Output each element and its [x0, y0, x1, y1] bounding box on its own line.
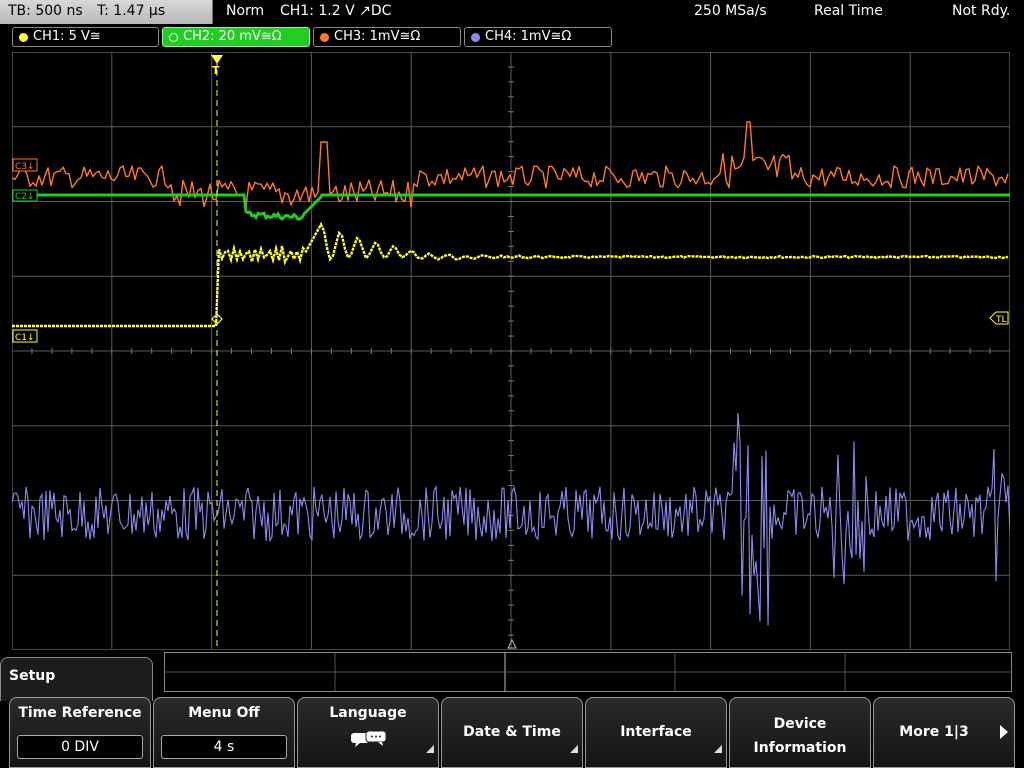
device-info-label-line2: Information: [753, 740, 847, 756]
trigger-source: CH1: 1.2 V ↗DC: [280, 3, 392, 19]
ch1-color-dot: [19, 33, 28, 42]
date-time-label: Date & Time: [463, 724, 561, 740]
device-information-softkey[interactable]: Device Information: [729, 697, 871, 768]
date-time-softkey[interactable]: Date & Time: [441, 697, 583, 768]
menu-title: Setup: [0, 657, 153, 701]
arrow-right-icon: [1000, 725, 1008, 739]
time-reference-softkey[interactable]: Time Reference 0 DIV: [9, 697, 151, 768]
interface-label: Interface: [620, 724, 692, 740]
more-label: More 1|3: [899, 724, 969, 740]
history-strip-grid: [165, 653, 1011, 691]
trigger-mode: Norm: [226, 3, 265, 19]
device-info-label-line1: Device: [773, 716, 827, 732]
ch4-color-dot: [471, 33, 480, 42]
submenu-corner-icon: [426, 745, 434, 753]
language-label: Language: [329, 705, 407, 721]
channel-tab-ch4[interactable]: CH4: 1mV≅Ω: [464, 27, 612, 47]
time-reference-value: 0 DIV: [17, 735, 143, 759]
acquisition-state: Not Rdy.: [952, 3, 1011, 19]
acquisition-mode: Real Time: [814, 3, 883, 19]
waveform-canvas: T C3↓ C2↓ C1↓ TL: [12, 52, 1010, 650]
ch2-ground-marker[interactable]: C2↓: [12, 189, 38, 202]
trigger-position-marker[interactable]: T: [211, 55, 223, 77]
channel-tab-ch2[interactable]: CH2: 20 mV≅Ω: [162, 27, 310, 47]
ch1-trace: [12, 221, 1009, 328]
speech-bubble-icon: [351, 731, 387, 747]
ch1-ground-marker[interactable]: C1↓: [12, 329, 38, 343]
ch3-marker-label: C3↓: [15, 162, 35, 172]
ch2-marker-label: C2↓: [15, 192, 35, 202]
submenu-corner-icon: [570, 745, 578, 753]
graticule: [12, 52, 1010, 650]
waveform-display[interactable]: T C3↓ C2↓ C1↓ TL: [12, 52, 1010, 650]
channel-tab-ch3[interactable]: CH3: 1mV≅Ω: [313, 27, 461, 47]
more-softkey[interactable]: More 1|3: [873, 697, 1015, 768]
submenu-corner-icon: [714, 745, 722, 753]
menu-off-softkey[interactable]: Menu Off 4 s: [153, 697, 295, 768]
trigger-position-label: T: [212, 64, 220, 77]
trigger-level-marker[interactable]: TL: [989, 311, 1009, 325]
menu-off-label: Menu Off: [188, 705, 260, 721]
channel-tab-ch1[interactable]: CH1: 5 V≅: [12, 27, 159, 47]
time-reference-label: Time Reference: [18, 705, 142, 721]
menu-off-value: 4 s: [161, 735, 287, 759]
language-softkey[interactable]: Language: [297, 697, 439, 768]
trigger-time-value: T: 1.47 µs: [97, 3, 166, 19]
history-strip: [164, 652, 1012, 692]
interface-softkey[interactable]: Interface: [585, 697, 727, 768]
time-reference-marker: [507, 638, 517, 649]
timebase-value: TB: 500 ns: [8, 3, 83, 19]
ch1-marker-label: C1↓: [15, 333, 35, 343]
ch4-label: CH4: 1mV≅Ω: [485, 29, 572, 44]
ch3-ground-marker[interactable]: C3↓: [12, 158, 38, 172]
ch2-label: CH2: 20 mV≅Ω: [183, 29, 282, 44]
ch2-color-dot: [169, 33, 178, 42]
ch3-color-dot: [320, 33, 329, 42]
trigger-level-label: TL: [995, 315, 1007, 325]
ch1-label: CH1: 5 V≅: [33, 29, 101, 44]
ch3-label: CH3: 1mV≅Ω: [334, 29, 421, 44]
timebase-display[interactable]: TB: 500 ns T: 1.47 µs: [0, 0, 213, 24]
sample-rate: 250 MSa/s: [694, 3, 767, 19]
